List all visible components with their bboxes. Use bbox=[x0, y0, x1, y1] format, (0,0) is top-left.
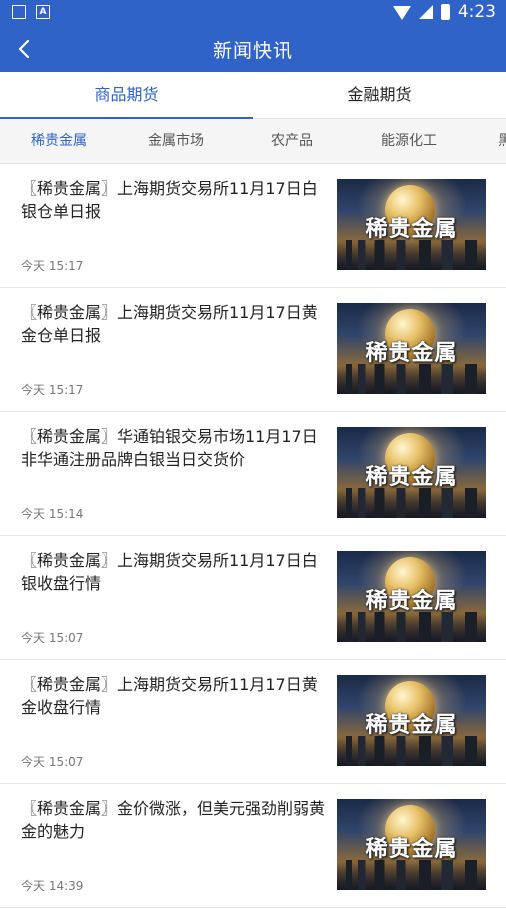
news-thumbnail: 稀贵金属 bbox=[337, 427, 486, 518]
tab-financial-futures[interactable]: 金融期货 bbox=[253, 72, 506, 118]
category-energy-chemical[interactable]: 能源化工 bbox=[381, 119, 437, 163]
status-time: 4:23 bbox=[457, 2, 496, 22]
news-item[interactable]: 〖稀贵金属〗上海期货交易所11月17日白银仓单日报 今天 15:17 稀贵金属 bbox=[0, 164, 506, 288]
gallery-icon bbox=[12, 5, 26, 19]
news-item[interactable]: 〖稀贵金属〗金价微涨，但美元强劲削弱黄金的魅力 今天 14:39 稀贵金属 bbox=[0, 784, 506, 908]
news-thumbnail: 稀贵金属 bbox=[337, 179, 486, 270]
news-headline: 〖稀贵金属〗上海期货交易所11月17日黄金仓单日报 bbox=[21, 303, 318, 345]
news-item[interactable]: 〖稀贵金属〗上海期货交易所11月17日黄金收盘行情 今天 15:07 稀贵金属 bbox=[0, 660, 506, 784]
news-time: 今天 15:07 bbox=[21, 631, 84, 645]
thumbnail-caption: 稀贵金属 bbox=[365, 589, 458, 614]
category-black[interactable]: 黑 bbox=[498, 119, 506, 163]
news-headline: 〖稀贵金属〗金价微涨，但美元强劲削弱黄金的魅力 bbox=[21, 799, 326, 841]
signal-icon bbox=[418, 5, 433, 19]
news-thumbnail: 稀贵金属 bbox=[337, 675, 486, 766]
thumbnail-caption: 稀贵金属 bbox=[365, 341, 458, 366]
news-item[interactable]: 〖稀贵金属〗上海期货交易所11月17日白银收盘行情 今天 15:07 稀贵金属 bbox=[0, 536, 506, 660]
category-bar: 稀贵金属 金属市场 农产品 能源化工 黑 bbox=[0, 119, 506, 164]
news-time: 今天 15:07 bbox=[21, 755, 84, 769]
news-time: 今天 15:17 bbox=[21, 383, 84, 397]
thumbnail-caption: 稀贵金属 bbox=[365, 465, 458, 490]
news-thumbnail: 稀贵金属 bbox=[337, 551, 486, 642]
wifi-icon bbox=[392, 6, 411, 20]
status-bar: A 4:23 bbox=[0, 0, 506, 26]
news-item[interactable]: 〖稀贵金属〗上海期货交易所11月17日黄金仓单日报 今天 15:17 稀贵金属 bbox=[0, 288, 506, 412]
news-thumbnail: 稀贵金属 bbox=[337, 799, 486, 890]
battery-icon bbox=[440, 4, 450, 20]
news-time: 今天 15:17 bbox=[21, 259, 84, 273]
news-list: 〖稀贵金属〗上海期货交易所11月17日白银仓单日报 今天 15:17 稀贵金属 … bbox=[0, 164, 506, 908]
thumbnail-caption: 稀贵金属 bbox=[365, 837, 458, 862]
category-metal-market[interactable]: 金属市场 bbox=[148, 119, 204, 163]
news-headline: 〖稀贵金属〗上海期货交易所11月17日黄金收盘行情 bbox=[21, 675, 318, 717]
news-item[interactable]: 〖稀贵金属〗华通铂银交易市场11月17日非华通注册品牌白银当日交货价 今天 15… bbox=[0, 412, 506, 536]
news-headline: 〖稀贵金属〗上海期货交易所11月17日白银仓单日报 bbox=[21, 179, 318, 221]
category-agricultural[interactable]: 农产品 bbox=[271, 119, 313, 163]
primary-tabs: 商品期货 金融期货 bbox=[0, 72, 506, 119]
news-time: 今天 14:39 bbox=[21, 879, 84, 893]
thumbnail-caption: 稀贵金属 bbox=[365, 217, 458, 242]
tab-commodity-futures[interactable]: 商品期货 bbox=[0, 72, 253, 119]
news-headline: 〖稀贵金属〗华通铂银交易市场11月17日非华通注册品牌白银当日交货价 bbox=[21, 427, 318, 469]
category-precious-metals[interactable]: 稀贵金属 bbox=[31, 119, 87, 163]
app-header: 新闻快讯 bbox=[0, 26, 506, 72]
news-headline: 〖稀贵金属〗上海期货交易所11月17日白银收盘行情 bbox=[21, 551, 318, 593]
a-icon: A bbox=[36, 5, 50, 19]
thumbnail-caption: 稀贵金属 bbox=[365, 713, 458, 738]
page-title: 新闻快讯 bbox=[212, 40, 293, 62]
news-thumbnail: 稀贵金属 bbox=[337, 303, 486, 394]
news-time: 今天 15:14 bbox=[21, 507, 84, 521]
